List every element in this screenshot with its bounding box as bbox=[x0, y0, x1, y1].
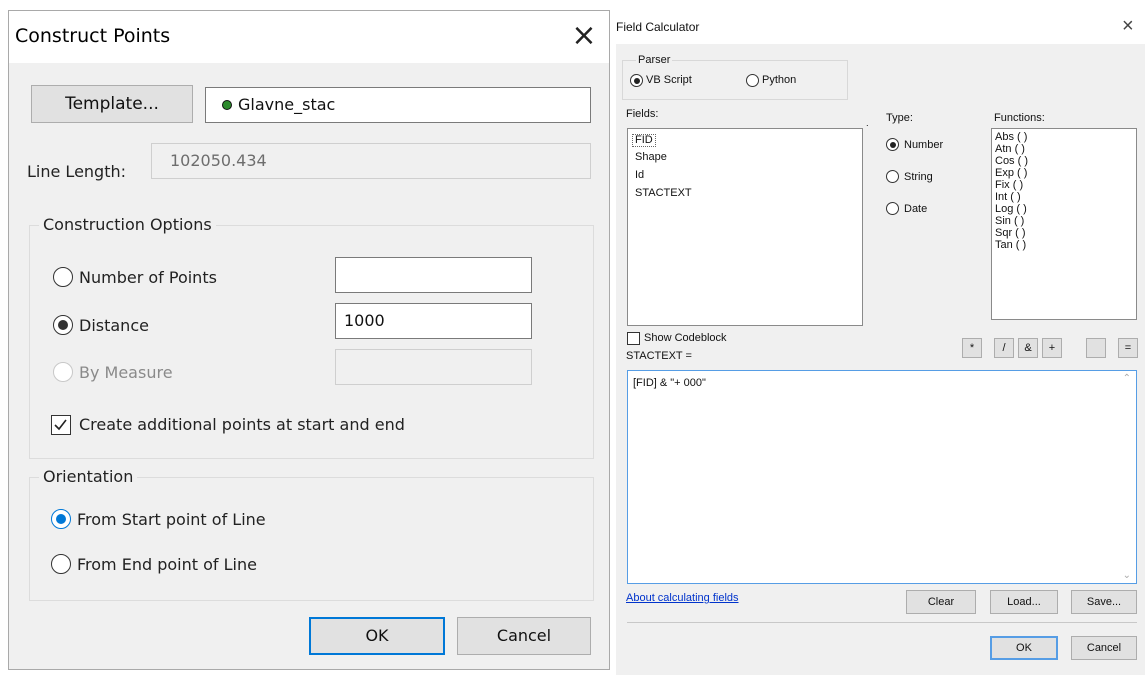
by-measure-radio bbox=[53, 362, 73, 382]
dialog-title: Construct Points bbox=[15, 25, 171, 47]
expression-value: [FID] & "+ 000" bbox=[633, 377, 706, 389]
type-label: Type: bbox=[886, 112, 913, 124]
by-measure-input bbox=[335, 349, 532, 385]
function-item[interactable]: Fix ( ) bbox=[995, 179, 1023, 191]
blank-operator-button[interactable] bbox=[1086, 338, 1106, 358]
number-label: Number bbox=[904, 139, 944, 151]
template-value: Glavne_stac bbox=[238, 95, 336, 114]
field-item[interactable]: Id bbox=[635, 169, 644, 181]
cancel-button[interactable]: Cancel bbox=[457, 617, 591, 655]
cancel-button[interactable]: Cancel bbox=[1071, 636, 1137, 660]
template-field[interactable]: Glavne_stac bbox=[205, 87, 591, 123]
function-item[interactable]: Sin ( ) bbox=[995, 215, 1024, 227]
number-of-points-radio[interactable] bbox=[53, 267, 73, 287]
function-item[interactable]: Cos ( ) bbox=[995, 155, 1028, 167]
orientation-group bbox=[29, 477, 594, 601]
python-radio[interactable] bbox=[746, 74, 759, 87]
construction-options-label: Construction Options bbox=[39, 215, 216, 234]
distance-radio[interactable] bbox=[53, 315, 73, 335]
function-item[interactable]: Tan ( ) bbox=[995, 239, 1026, 251]
additional-points-checkbox[interactable] bbox=[51, 415, 71, 435]
field-item[interactable]: STACTEXT bbox=[635, 187, 692, 199]
python-label: Python bbox=[762, 74, 797, 86]
ok-button[interactable]: OK bbox=[309, 617, 445, 655]
scroll-up-icon[interactable]: ⌃ bbox=[1123, 373, 1131, 384]
number-of-points-label: Number of Points bbox=[79, 268, 217, 287]
about-calculating-fields-link[interactable]: About calculating fields bbox=[626, 592, 739, 604]
close-icon[interactable]: × bbox=[1122, 15, 1134, 38]
date-label: Date bbox=[904, 203, 928, 215]
line-length-label: Line Length: bbox=[27, 162, 127, 181]
save-button[interactable]: Save... bbox=[1071, 590, 1137, 614]
from-start-radio[interactable] bbox=[51, 509, 71, 529]
equals-operator-button[interactable]: = bbox=[1118, 338, 1138, 358]
title-bar: Field Calculator × bbox=[616, 10, 1145, 44]
function-item[interactable]: Atn ( ) bbox=[995, 143, 1025, 155]
from-end-radio[interactable] bbox=[51, 554, 71, 574]
date-radio[interactable] bbox=[886, 202, 899, 215]
distance-input[interactable]: 1000 bbox=[335, 303, 532, 339]
clear-button[interactable]: Clear bbox=[906, 590, 976, 614]
line-length-value: 102050.434 bbox=[170, 151, 267, 170]
vbscript-radio[interactable] bbox=[630, 74, 643, 87]
function-item[interactable]: Sqr ( ) bbox=[995, 227, 1026, 239]
show-codeblock-checkbox[interactable] bbox=[627, 332, 640, 345]
multiply-operator-button[interactable]: * bbox=[962, 338, 982, 358]
parser-label: Parser bbox=[636, 54, 673, 66]
plus-operator-button[interactable]: + bbox=[1042, 338, 1062, 358]
function-item[interactable]: Log ( ) bbox=[995, 203, 1027, 215]
orientation-label: Orientation bbox=[39, 467, 138, 486]
fields-label: Fields: bbox=[626, 108, 659, 120]
expression-input[interactable]: [FID] & "+ 000" ⌃ ⌄ bbox=[627, 370, 1137, 584]
dialog-title: Field Calculator bbox=[616, 20, 700, 34]
by-measure-label: By Measure bbox=[79, 363, 173, 382]
title-bar: Construct Points × bbox=[9, 11, 609, 63]
from-end-label: From End point of Line bbox=[77, 555, 257, 574]
vbscript-label: VB Script bbox=[646, 74, 692, 86]
function-item[interactable]: Exp ( ) bbox=[995, 167, 1027, 179]
checkmark-icon bbox=[54, 419, 67, 431]
functions-list[interactable]: Abs ( ) Atn ( ) Cos ( ) Exp ( ) Fix ( ) … bbox=[991, 128, 1137, 320]
fields-list[interactable]: FID Shape Id STACTEXT bbox=[627, 128, 863, 326]
additional-points-label: Create additional points at start and en… bbox=[79, 415, 405, 434]
expression-label: STACTEXT = bbox=[626, 350, 692, 362]
function-item[interactable]: Int ( ) bbox=[995, 191, 1021, 203]
line-length-field: 102050.434 bbox=[151, 143, 591, 179]
concat-operator-button[interactable]: & bbox=[1018, 338, 1038, 358]
divide-operator-button[interactable]: / bbox=[994, 338, 1014, 358]
field-calculator-dialog: Field Calculator × Parser VB Script Pyth… bbox=[616, 10, 1145, 675]
string-radio[interactable] bbox=[886, 170, 899, 183]
field-item[interactable]: FID bbox=[632, 134, 656, 148]
scroll-down-icon[interactable]: ⌄ bbox=[1123, 570, 1131, 581]
separator bbox=[627, 622, 1137, 623]
distance-label: Distance bbox=[79, 316, 149, 335]
point-symbol-icon bbox=[222, 100, 232, 110]
template-button[interactable]: Template... bbox=[31, 85, 193, 123]
close-icon[interactable]: × bbox=[569, 19, 599, 53]
show-codeblock-label: Show Codeblock bbox=[644, 332, 727, 344]
load-button[interactable]: Load... bbox=[990, 590, 1058, 614]
ok-button[interactable]: OK bbox=[990, 636, 1058, 660]
field-item[interactable]: Shape bbox=[635, 151, 667, 163]
number-radio[interactable] bbox=[886, 138, 899, 151]
functions-label: Functions: bbox=[994, 112, 1045, 124]
construct-points-dialog: Construct Points × Template... Glavne_st… bbox=[8, 10, 610, 670]
number-of-points-input[interactable] bbox=[335, 257, 532, 293]
distance-value: 1000 bbox=[344, 311, 385, 330]
scroll-indicator: ˙ bbox=[866, 124, 870, 136]
from-start-label: From Start point of Line bbox=[77, 510, 266, 529]
string-label: String bbox=[904, 171, 933, 183]
function-item[interactable]: Abs ( ) bbox=[995, 131, 1027, 143]
